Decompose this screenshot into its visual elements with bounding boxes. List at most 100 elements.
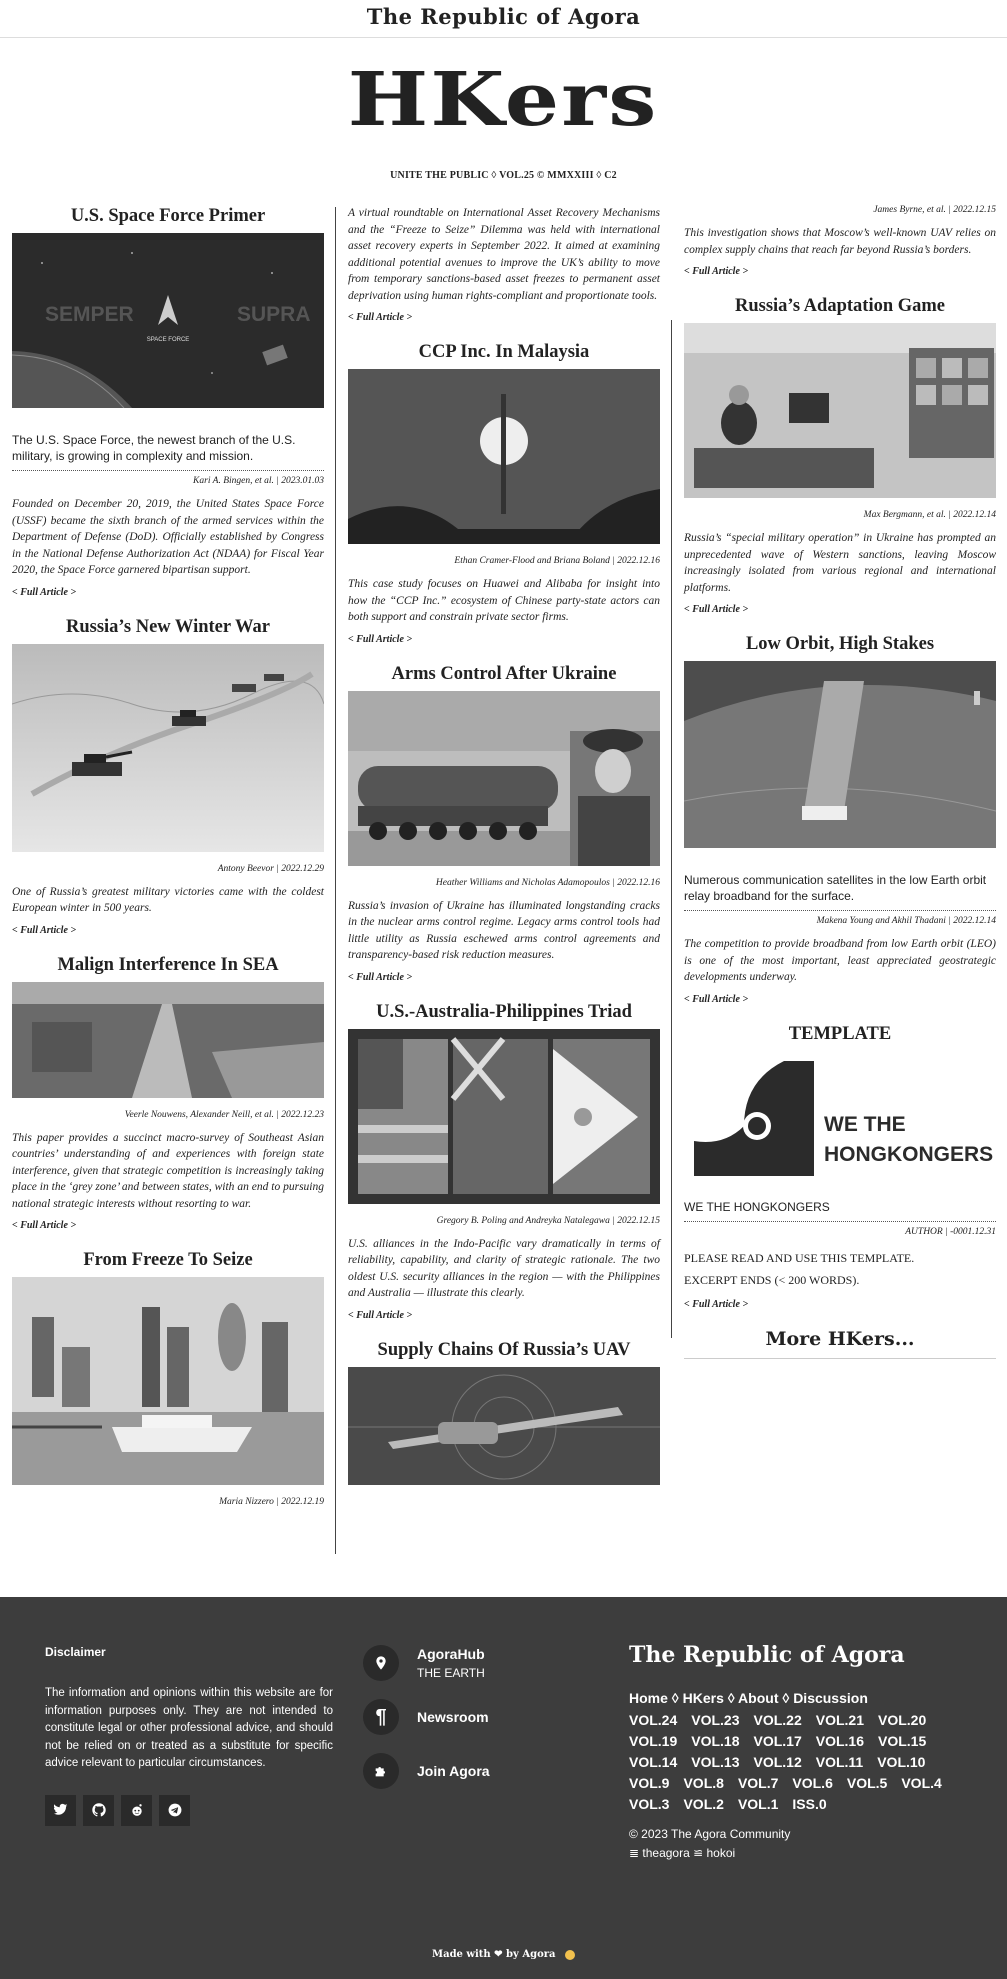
article-title[interactable]: CCP Inc. In Malaysia <box>348 341 660 363</box>
img-badge: SPACE FORCE <box>147 337 190 343</box>
article-image[interactable] <box>12 643 324 852</box>
vol-link[interactable]: VOL.11 <box>816 1754 863 1770</box>
vol-link[interactable]: VOL.14 <box>629 1754 677 1770</box>
vol-link[interactable]: VOL.10 <box>877 1754 925 1770</box>
article-image[interactable] <box>348 690 660 866</box>
article-title[interactable]: Low Orbit, High Stakes <box>684 633 996 655</box>
nav-about[interactable]: About <box>738 1690 778 1706</box>
vol-link[interactable]: VOL.2 <box>683 1796 723 1812</box>
full-article-link[interactable]: < Full Article > <box>12 925 324 936</box>
flags-image <box>348 1028 660 1204</box>
img-text-right: SUPRA <box>237 303 311 326</box>
vol-link[interactable]: VOL.4 <box>901 1775 941 1791</box>
agorahub-link[interactable]: AgoraHub THE EARTH <box>363 1645 593 1681</box>
article-excerpt: Russia’s “special military operation” in… <box>684 532 996 594</box>
nav-home[interactable]: Home <box>629 1690 668 1706</box>
full-article-link[interactable]: < Full Article > <box>684 1299 996 1310</box>
article-title[interactable]: Russia’s Adaptation Game <box>684 295 996 317</box>
vol-link[interactable]: VOL.8 <box>683 1775 723 1791</box>
article-image[interactable] <box>684 661 996 848</box>
vol-link[interactable]: VOL.3 <box>629 1796 669 1812</box>
vol-link[interactable]: VOL.21 <box>816 1712 864 1728</box>
template-line-1: PLEASE READ AND USE THIS TEMPLATE. <box>684 1250 915 1265</box>
vol-link[interactable]: VOL.6 <box>792 1775 832 1791</box>
vol-link[interactable]: VOL.19 <box>629 1733 677 1749</box>
footer-brand[interactable]: The Republic of Agora <box>629 1642 959 1668</box>
article-title[interactable]: U.S. Space Force Primer <box>12 205 324 227</box>
article-title[interactable]: Malign Interference In SEA <box>12 954 324 976</box>
article-malign-interference: Malign Interference In SEA Veerle Nouwen… <box>12 954 324 1231</box>
full-article-link[interactable]: < Full Article > <box>12 587 324 598</box>
edition-line: UNITE THE PUBLIC ◊ VOL.25 © MMXXIII ◊ C2 <box>390 170 617 181</box>
site-title[interactable]: The Republic of Agora <box>367 4 641 29</box>
full-article-link[interactable]: < Full Article > <box>684 994 996 1005</box>
footer-handles[interactable]: ≣ theagora ≌ hokoi <box>629 1846 959 1860</box>
vol-link[interactable]: VOL.9 <box>629 1775 669 1791</box>
article-title[interactable]: TEMPLATE <box>684 1023 996 1045</box>
twitter-icon[interactable] <box>45 1794 76 1826</box>
article-title[interactable]: Supply Chains Of Russia’s UAV <box>348 1339 660 1361</box>
vol-link[interactable]: VOL.23 <box>691 1712 739 1728</box>
vol-link[interactable]: VOL.12 <box>754 1754 802 1770</box>
full-article-link[interactable]: < Full Article > <box>12 1220 324 1231</box>
article-title[interactable]: Arms Control After Ukraine <box>348 663 660 685</box>
column-right: James Byrne, et al. | 2022.12.15 This in… <box>684 205 996 1359</box>
telegram-icon[interactable] <box>159 1794 190 1826</box>
vol-link[interactable]: VOL.20 <box>878 1712 926 1728</box>
column-left: U.S. Space Force Primer SEMPER SUPRA SPA… <box>12 205 324 1525</box>
reddit-icon[interactable] <box>121 1794 152 1826</box>
vol-link[interactable]: VOL.5 <box>847 1775 887 1791</box>
newsroom-link[interactable]: ¶ Newsroom <box>363 1699 593 1735</box>
vol-link[interactable]: ISS.0 <box>792 1796 826 1812</box>
volume-links: VOL.24 VOL.23 VOL.22 VOL.21 VOL.20 VOL.1… <box>629 1712 959 1812</box>
puzzle-icon <box>363 1753 399 1789</box>
article-title[interactable]: U.S.-Australia-Philippines Triad <box>348 1001 660 1023</box>
footer-disclaimer: Disclaimer The information and opinions … <box>45 1645 333 1826</box>
article-byline: Kari A. Bingen, et al. | 2023.01.03 <box>12 470 324 486</box>
article-title[interactable]: Russia’s New Winter War <box>12 616 324 638</box>
space-force-image: SEMPER SUPRA SPACE FORCE <box>12 233 324 408</box>
vol-link[interactable]: VOL.24 <box>629 1712 677 1728</box>
vol-link[interactable]: VOL.7 <box>738 1775 778 1791</box>
made-with-text: Made with ❤ by Agora <box>432 1949 556 1960</box>
article-image[interactable] <box>348 369 660 544</box>
article-image[interactable] <box>12 981 324 1098</box>
article-image[interactable] <box>12 1277 324 1485</box>
article-image[interactable]: SEMPER SUPRA SPACE FORCE <box>12 233 324 408</box>
github-icon[interactable] <box>83 1794 114 1826</box>
article-excerpt: This paper provides a succinct macro-sur… <box>12 1131 324 1210</box>
more-hkers-link[interactable]: More HKers... <box>684 1328 996 1359</box>
vol-link[interactable]: VOL.1 <box>738 1796 778 1812</box>
vol-link[interactable]: VOL.16 <box>816 1733 864 1749</box>
full-article-link[interactable]: < Full Article > <box>348 1310 660 1321</box>
article-byline: Makena Young and Akhil Thadani | 2022.12… <box>684 910 996 926</box>
article-image[interactable] <box>348 1366 660 1485</box>
full-article-link[interactable]: < Full Article > <box>684 604 996 615</box>
article-image[interactable] <box>348 1028 660 1204</box>
column-divider <box>335 207 336 385</box>
join-agora-link[interactable]: Join Agora <box>363 1753 593 1789</box>
copyright: © 2023 The Agora Community <box>629 1827 791 1841</box>
we-the-hongkongers-logo: WE THE HONGKONGERS <box>684 1050 996 1181</box>
vol-link[interactable]: VOL.18 <box>691 1733 739 1749</box>
article-template: TEMPLATE WE THE HONGKONGERS WE THE HONGK… <box>684 1023 996 1310</box>
article-image[interactable]: WE THE HONGKONGERS <box>684 1050 996 1181</box>
vol-link[interactable]: VOL.22 <box>754 1712 802 1728</box>
full-article-link[interactable]: < Full Article > <box>348 972 660 983</box>
full-article-link[interactable]: < Full Article > <box>684 266 996 277</box>
vol-link[interactable]: VOL.17 <box>754 1733 802 1749</box>
full-article-link[interactable]: < Full Article > <box>348 312 660 323</box>
logo[interactable]: HKers <box>348 58 659 142</box>
missile-parade-image <box>348 690 660 866</box>
nav-discussion[interactable]: Discussion <box>793 1690 868 1706</box>
article-image[interactable] <box>684 323 996 498</box>
article-excerpt: U.S. alliances in the Indo-Pacific vary … <box>348 1237 660 1300</box>
vol-link[interactable]: VOL.15 <box>878 1733 926 1749</box>
nav-hkers[interactable]: HKers <box>683 1690 724 1706</box>
article-excerpt: The competition to provide broadband fro… <box>684 938 996 983</box>
full-article-link[interactable]: < Full Article > <box>348 634 660 645</box>
column-divider <box>671 320 672 1338</box>
article-title[interactable]: From Freeze To Seize <box>12 1249 324 1271</box>
vol-link[interactable]: VOL.13 <box>691 1754 739 1770</box>
footer: Disclaimer The information and opinions … <box>0 1597 1007 1979</box>
